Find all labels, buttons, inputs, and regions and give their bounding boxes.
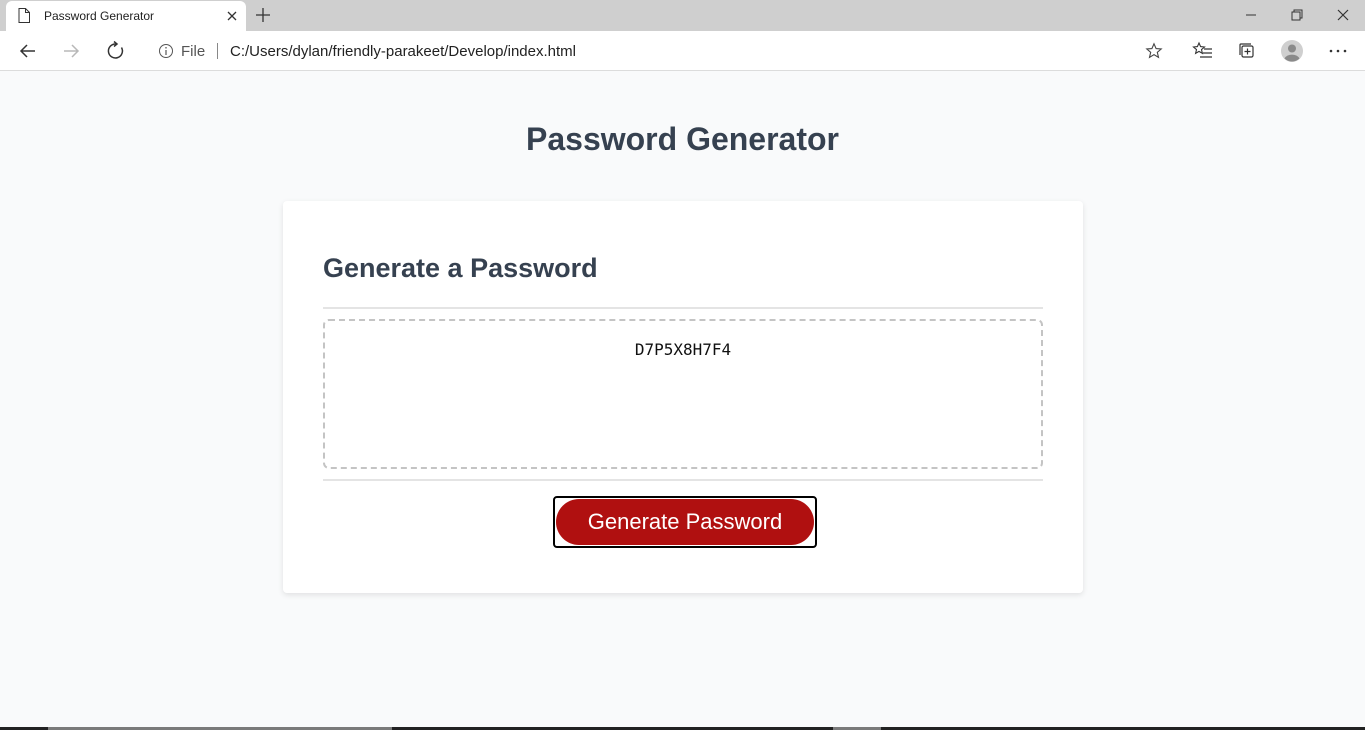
back-arrow-icon[interactable]	[17, 40, 39, 62]
profile-icon[interactable]	[1280, 39, 1304, 63]
forward-arrow-icon[interactable]	[60, 40, 82, 62]
minimize-icon[interactable]	[1241, 5, 1261, 25]
browser-toolbar: File C:/Users/dylan/friendly-parakeet/De…	[0, 31, 1365, 71]
more-icon[interactable]	[1327, 40, 1349, 62]
generator-card: Generate a Password D7P5X8H7F4 Generate …	[283, 201, 1083, 593]
page-title: Password Generator	[526, 121, 839, 157]
address-separator	[217, 43, 218, 59]
card-header-divider	[323, 307, 1043, 309]
tab-title: Password Generator	[44, 9, 155, 23]
address-url[interactable]: C:/Users/dylan/friendly-parakeet/Develop…	[230, 43, 576, 60]
browser-tab[interactable]: Password Generator	[6, 1, 246, 31]
plus-icon[interactable]	[254, 6, 272, 24]
generate-password-button[interactable]: Generate Password	[553, 496, 817, 548]
card-footer-divider	[323, 479, 1043, 481]
restore-icon[interactable]	[1287, 5, 1307, 25]
close-icon[interactable]	[224, 8, 240, 24]
password-value: D7P5X8H7F4	[634, 340, 732, 359]
refresh-icon[interactable]	[105, 40, 127, 62]
window-close-icon[interactable]	[1333, 5, 1353, 25]
collections-icon[interactable]	[1236, 40, 1258, 62]
address-bar[interactable]: File C:/Users/dylan/friendly-parakeet/De…	[144, 36, 1174, 66]
favorites-icon[interactable]	[1192, 40, 1214, 62]
card-title: Generate a Password	[323, 253, 598, 283]
password-output[interactable]: D7P5X8H7F4	[323, 319, 1043, 469]
star-icon[interactable]	[1145, 42, 1163, 60]
page-icon	[18, 8, 30, 23]
tab-strip: Password Generator	[0, 0, 1365, 31]
address-scheme-label: File	[181, 43, 206, 60]
info-icon[interactable]	[158, 43, 174, 59]
generate-password-label: Generate Password	[556, 499, 814, 545]
